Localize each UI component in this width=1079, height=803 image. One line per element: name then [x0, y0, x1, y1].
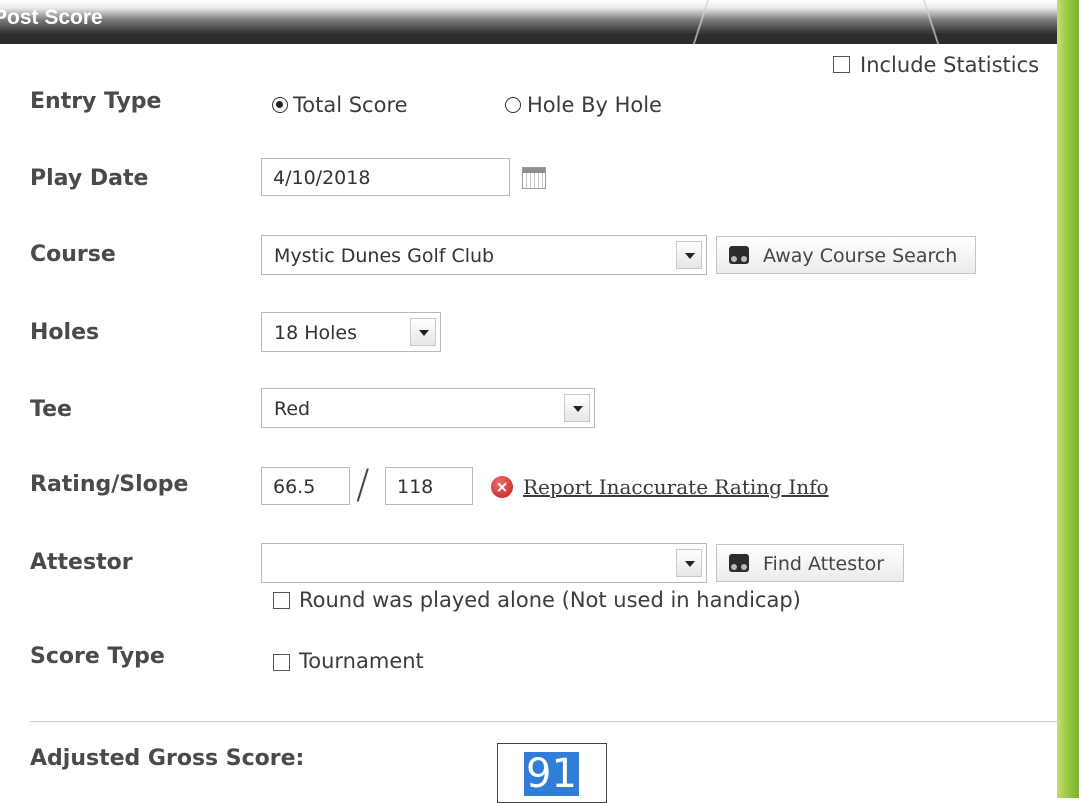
tournament-label[interactable]: Tournament	[299, 649, 424, 673]
rating-slope-label: Rating/Slope	[30, 472, 189, 497]
course-label: Course	[30, 242, 116, 267]
include-statistics-checkbox[interactable]	[833, 56, 850, 73]
binoculars-icon	[729, 554, 749, 572]
holes-select[interactable]: 18 Holes	[261, 312, 441, 352]
attestor-select[interactable]	[261, 543, 707, 583]
hole-by-hole-radio[interactable]	[505, 97, 521, 113]
play-date-label: Play Date	[30, 166, 149, 191]
chevron-down-icon[interactable]	[676, 549, 702, 577]
total-score-radio[interactable]	[272, 97, 288, 113]
decorative-green-bar	[1057, 0, 1079, 798]
away-course-search-label: Away Course Search	[763, 245, 958, 267]
binoculars-icon	[729, 246, 749, 264]
played-alone-label[interactable]: Round was played alone (Not used in hand…	[299, 588, 801, 612]
score-type-label: Score Type	[30, 644, 165, 669]
course-select[interactable]: Mystic Dunes Golf Club	[261, 235, 707, 275]
rating-input[interactable]: 66.5	[261, 467, 350, 505]
chevron-down-icon[interactable]	[410, 318, 436, 346]
entry-type-label: Entry Type	[30, 89, 162, 114]
slope-input[interactable]: 118	[385, 467, 473, 505]
calendar-icon[interactable]	[522, 167, 546, 189]
tee-select[interactable]: Red	[261, 388, 595, 428]
course-select-value: Mystic Dunes Golf Club	[274, 245, 495, 267]
adjusted-gross-score-input[interactable]: 91	[497, 743, 607, 803]
played-alone-checkbox[interactable]	[273, 592, 290, 609]
find-attestor-button[interactable]: Find Attestor	[716, 544, 904, 582]
away-course-search-button[interactable]: Away Course Search	[716, 236, 976, 274]
chevron-down-icon[interactable]	[564, 394, 590, 422]
panel-title: Post Score	[0, 6, 103, 29]
include-statistics-label: Include Statistics	[860, 53, 1040, 77]
holes-select-value: 18 Holes	[274, 322, 357, 344]
tee-select-value: Red	[274, 398, 311, 420]
tee-label: Tee	[30, 397, 72, 422]
attestor-label: Attestor	[30, 550, 133, 575]
section-divider	[30, 721, 1060, 722]
rating-slope-separator: /	[356, 462, 370, 508]
find-attestor-label: Find Attestor	[763, 553, 885, 575]
hole-by-hole-option-label[interactable]: Hole By Hole	[527, 93, 662, 117]
total-score-option-label[interactable]: Total Score	[293, 93, 408, 117]
panel-title-bar: Post Score	[0, 0, 1079, 44]
holes-label: Holes	[30, 320, 100, 345]
report-inaccurate-rating-link[interactable]: Report Inaccurate Rating Info	[523, 475, 829, 499]
adjusted-gross-score-value: 91	[524, 751, 579, 797]
tournament-checkbox[interactable]	[273, 654, 290, 671]
adjusted-gross-score-label: Adjusted Gross Score:	[30, 746, 305, 771]
error-icon: ×	[491, 476, 513, 498]
chevron-down-icon[interactable]	[676, 241, 702, 269]
play-date-input[interactable]: 4/10/2018	[261, 158, 510, 196]
